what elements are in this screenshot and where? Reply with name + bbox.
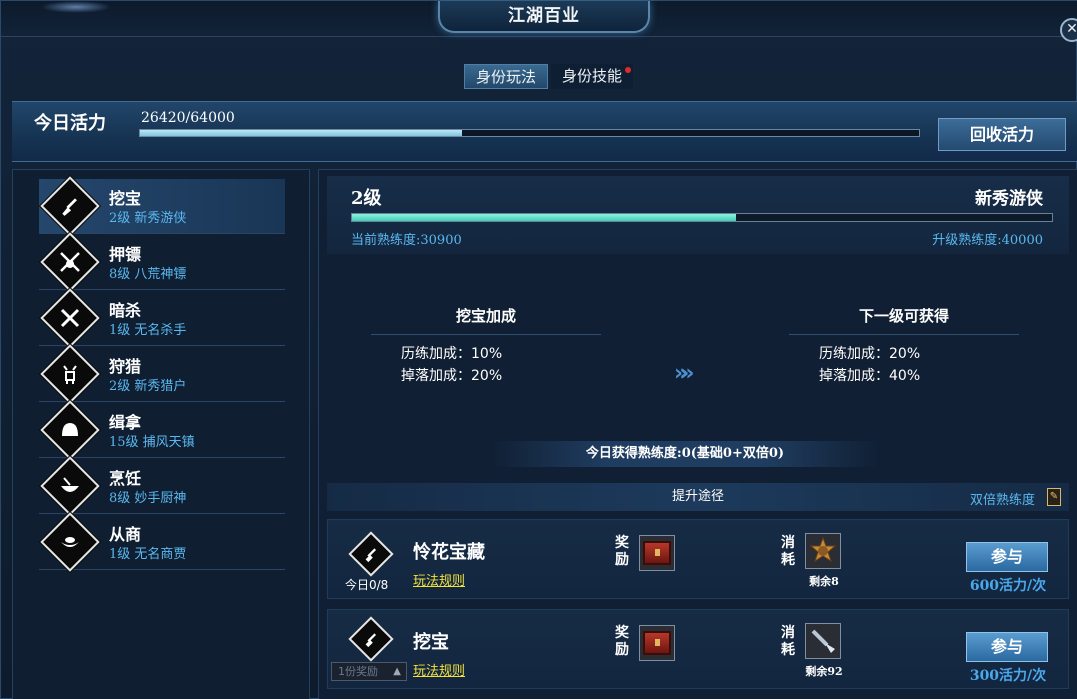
- caret-up-icon: ▲: [393, 666, 401, 677]
- vitality-cost: 300活力/次: [969, 668, 1047, 684]
- job-item[interactable]: 狩猎 2级 新秀猎户: [39, 344, 285, 404]
- job-name: 挖宝: [109, 189, 142, 208]
- treasure-chest-icon[interactable]: [639, 625, 675, 661]
- rules-link[interactable]: 玩法规则: [413, 570, 465, 589]
- title-decoration: [41, 1, 111, 13]
- deer-icon: [40, 344, 100, 404]
- reward-count-select-value: 1份奖励: [338, 665, 378, 678]
- job-item[interactable]: 暗杀 1级 无名杀手: [39, 288, 285, 348]
- ingot-icon: [40, 512, 100, 572]
- notification-dot-icon: [625, 67, 631, 73]
- job-level: 2级: [351, 188, 382, 209]
- activity-name: 挖宝: [413, 632, 449, 653]
- job-rank: 1级 无名杀手: [109, 323, 187, 338]
- cost-tag: 消耗: [781, 625, 795, 658]
- job-item[interactable]: 烹饪 8级 妙手厨神: [39, 456, 285, 516]
- job-rank: 8级 八荒神镖: [109, 267, 187, 282]
- proficiency-progress-bar: [351, 213, 1053, 222]
- shovel-icon: [348, 531, 394, 577]
- job-item[interactable]: 缉拿 15级 捕风天镇: [39, 400, 285, 460]
- cost-tag: 消耗: [781, 535, 795, 568]
- crossed-swords-icon: [40, 232, 100, 292]
- current-bonus-title: 挖宝加成: [371, 305, 601, 335]
- scroll-icon[interactable]: ✎: [1047, 488, 1061, 506]
- remaining-count: 剩余92: [805, 665, 843, 678]
- shovel-icon: [40, 176, 100, 236]
- job-title: 新秀游侠: [975, 189, 1043, 209]
- job-rank: 2级 新秀猎户: [109, 379, 187, 394]
- vitality-panel: 今日活力 26420/64000 回收活力: [12, 101, 1077, 162]
- crossed-daggers-icon: [40, 288, 100, 348]
- job-list: 挖宝 2级 新秀游侠押镖 8级 八荒神镖暗杀 1级 无名杀手狩猎 2级 新秀猎户缉拿 15…: [12, 169, 310, 699]
- improve-ways-title: 提升途径: [671, 489, 724, 504]
- arrow-right-icon: »»: [674, 361, 695, 386]
- next-bonus-line: 历练加成：20%: [819, 346, 921, 362]
- job-item[interactable]: 从商 1级 无名商贾: [39, 512, 285, 572]
- improve-ways-header: 提升途径 双倍熟练度 ✎: [327, 483, 1069, 511]
- activity-row: 1份奖励 ▲ 挖宝 玩法规则 奖励 消耗 剩余92 参与 300活力/次: [327, 609, 1069, 689]
- proficiency-progress-fill: [352, 214, 737, 221]
- job-rank: 2级 新秀游侠: [109, 211, 187, 226]
- reward-tag: 奖励: [615, 535, 629, 568]
- job-name: 从商: [109, 525, 142, 544]
- job-name: 缉拿: [109, 413, 142, 432]
- vitality-value: 26420/64000: [141, 110, 235, 126]
- next-bonus: 下一级可获得 历练加成：20% 掉落加成：40%: [789, 305, 1019, 387]
- job-name: 烹饪: [109, 469, 142, 488]
- window-title: 江湖百业: [438, 1, 650, 33]
- current-proficiency: 当前熟练度:30900: [351, 233, 462, 248]
- vitality-cost: 600活力/次: [969, 578, 1047, 594]
- current-bonus-line: 掉落加成：20%: [401, 368, 503, 384]
- job-detail-panel: 2级 新秀游侠 当前熟练度:30900 升级熟练度:40000 挖宝加成 历练加…: [318, 169, 1077, 699]
- cooking-bowl-icon: [40, 456, 100, 516]
- treasure-chest-icon[interactable]: [639, 535, 675, 571]
- rules-link[interactable]: 玩法规则: [413, 660, 465, 679]
- close-button[interactable]: ✕: [1060, 18, 1077, 42]
- vitality-progress-fill: [140, 130, 462, 136]
- job-rank: 1级 无名商贾: [109, 547, 187, 562]
- double-proficiency-label[interactable]: 双倍熟练度: [970, 489, 1035, 508]
- activity-row: 今日0/8 怜花宝藏 玩法规则 奖励 消耗 剩余8 参与 600活力/次: [327, 519, 1069, 599]
- helmet-icon: [40, 400, 100, 460]
- activity-name: 怜花宝藏: [413, 542, 485, 563]
- vitality-progress-bar: [139, 129, 920, 137]
- join-button[interactable]: 参与: [966, 542, 1048, 572]
- next-bonus-line: 掉落加成：40%: [819, 368, 921, 384]
- job-rank: 15级 捕风天镇: [109, 435, 195, 450]
- remaining-count: 剩余8: [809, 575, 839, 588]
- reward-tag: 奖励: [615, 625, 629, 658]
- reward-count-select[interactable]: 1份奖励 ▲: [331, 662, 407, 681]
- tab-identity-skill[interactable]: 身份技能: [551, 64, 633, 89]
- current-bonus-line: 历练加成：10%: [401, 346, 503, 362]
- job-name: 狩猎: [109, 357, 142, 376]
- job-name: 暗杀: [109, 301, 142, 320]
- tab-identity-play[interactable]: 身份玩法: [464, 64, 548, 89]
- tab-identity-skill-label: 身份技能: [561, 67, 622, 85]
- job-item[interactable]: 押镖 8级 八荒神镖: [39, 232, 285, 292]
- recycle-vitality-button[interactable]: 回收活力: [938, 118, 1066, 151]
- join-button[interactable]: 参与: [966, 632, 1048, 662]
- next-bonus-title: 下一级可获得: [789, 305, 1019, 335]
- upgrade-proficiency: 升级熟练度:40000: [932, 233, 1043, 248]
- vitality-label: 今日活力: [34, 113, 106, 134]
- shovel-tool-icon[interactable]: [805, 623, 841, 659]
- window-frame: 江湖百业 ✕ 身份玩法 身份技能 今日活力 26420/64000 回收活力 挖…: [0, 0, 1077, 699]
- today-proficiency-gain: 今日获得熟练度:0(基础0+双倍0): [489, 441, 881, 467]
- shovel-icon: [348, 616, 394, 662]
- job-name: 押镖: [109, 245, 142, 264]
- daily-count: 今日0/8: [345, 578, 389, 592]
- current-bonus: 挖宝加成 历练加成：10% 掉落加成：20%: [371, 305, 601, 387]
- gold-medal-icon[interactable]: [805, 533, 841, 569]
- level-box: 2级 新秀游侠 当前熟练度:30900 升级熟练度:40000: [327, 176, 1069, 254]
- job-item[interactable]: 挖宝 2级 新秀游侠: [39, 176, 285, 236]
- job-rank: 8级 妙手厨神: [109, 491, 187, 506]
- title-bar: 江湖百业: [1, 1, 1077, 37]
